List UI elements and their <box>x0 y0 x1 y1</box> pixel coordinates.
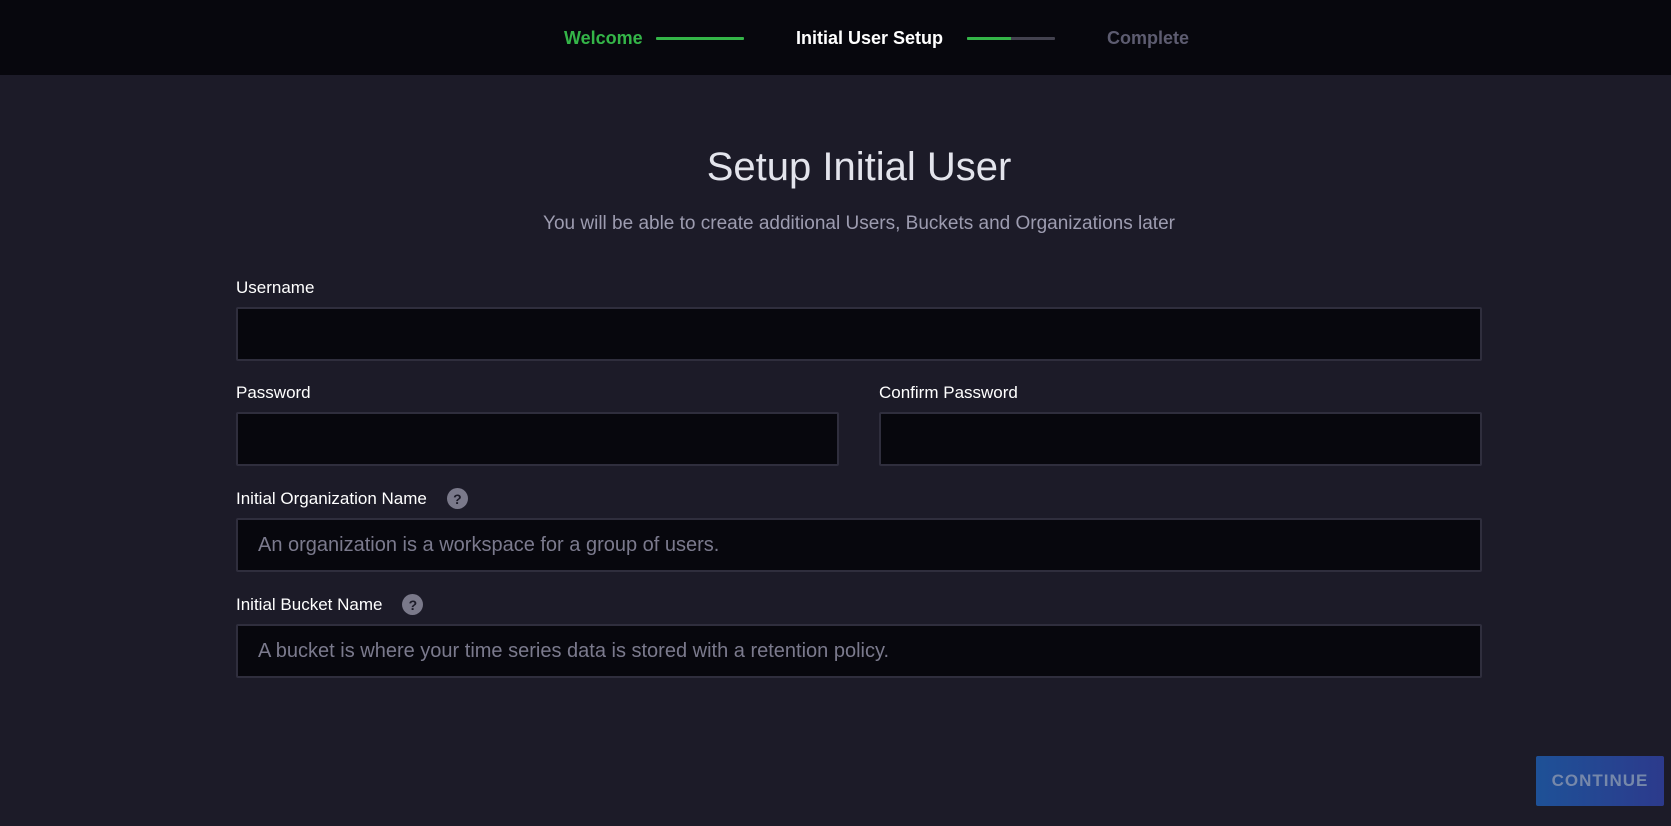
step-connector-1-progress <box>656 37 744 40</box>
step-initial-user-setup: Initial User Setup <box>796 28 944 48</box>
password-label-text: Password <box>236 383 311 402</box>
username-label-text: Username <box>236 278 315 297</box>
organization-label-text: Initial Organization Name <box>236 488 427 508</box>
bucket-name-input[interactable] <box>236 624 1482 678</box>
page-subtitle: You will be able to create additional Us… <box>543 213 1175 234</box>
page-title: Setup Initial User <box>706 145 1012 189</box>
step-connector-1 <box>656 37 744 40</box>
step-welcome: Welcome <box>564 28 643 48</box>
password-input[interactable] <box>236 412 839 466</box>
step-connector-2 <box>967 37 1055 40</box>
confirm-password-label: Confirm Password <box>879 383 1018 403</box>
setup-stepper: Welcome Initial User Setup Complete <box>0 0 1671 75</box>
username-input[interactable] <box>236 307 1482 361</box>
bucket-label: Initial Bucket Name ? <box>236 594 424 615</box>
step-connector-2-progress <box>967 37 1011 40</box>
step-complete: Complete <box>1107 28 1190 48</box>
username-label: Username <box>236 278 314 298</box>
confirm-password-label-text: Confirm Password <box>879 383 1018 402</box>
organization-help-icon[interactable]: ? <box>446 488 468 509</box>
organization-name-input[interactable] <box>236 518 1482 572</box>
continue-button[interactable]: CONTINUE <box>1536 756 1664 806</box>
confirm-password-input[interactable] <box>879 412 1482 466</box>
bucket-help-icon[interactable]: ? <box>402 594 424 615</box>
bucket-label-text: Initial Bucket Name <box>236 594 383 614</box>
organization-label: Initial Organization Name ? <box>236 488 468 509</box>
password-label: Password <box>236 383 311 403</box>
